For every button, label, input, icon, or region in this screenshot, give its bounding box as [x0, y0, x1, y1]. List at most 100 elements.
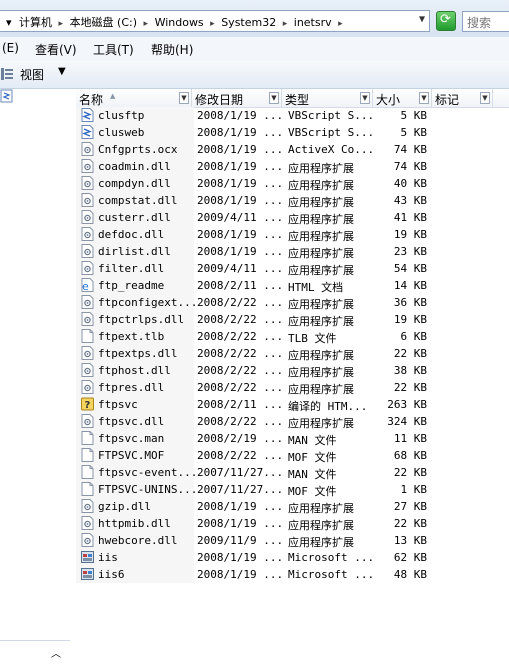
file-row[interactable]: httpmib.dll 2008/1/19 ... 应用程序扩展 22 KB: [76, 515, 509, 532]
file-name[interactable]: custerr.dll: [98, 211, 196, 224]
view-button[interactable]: 视图: [20, 66, 44, 83]
file-type: 应用程序扩展: [288, 230, 354, 243]
view-dropdown-icon[interactable]: ▼: [58, 66, 66, 77]
file-row[interactable]: FTPSVC-UNINS... 2007/11/27... MOF 文件 1 KB: [76, 481, 509, 498]
file-date: 2009/4/11 ...: [197, 211, 281, 224]
file-row[interactable]: ftpres.dll 2008/2/22 ... 应用程序扩展 22 KB: [76, 379, 509, 396]
refresh-button[interactable]: [436, 11, 456, 31]
column-header-type[interactable]: 类型 ▼: [282, 89, 373, 107]
file-row[interactable]: clusftp 2008/1/19 ... VBScript S... 5 KB: [76, 107, 509, 124]
breadcrumb-separator-icon[interactable]: ▸: [338, 19, 343, 29]
scroll-up-icon[interactable]: ︿: [51, 645, 61, 660]
file-name[interactable]: ftpsvc.man: [98, 432, 196, 445]
navigation-pane[interactable]: ︿: [0, 89, 71, 671]
file-row[interactable]: ftpsvc.man 2008/2/19 ... MAN 文件 11 KB: [76, 430, 509, 447]
file-row[interactable]: iis 2008/1/19 ... Microsoft ... 62 KB: [76, 549, 509, 566]
file-name[interactable]: ftphost.dll: [98, 364, 196, 377]
file-name[interactable]: clusftp: [98, 109, 196, 122]
view-icon[interactable]: [1, 68, 13, 80]
file-name[interactable]: ftp_readme: [98, 279, 196, 292]
file-name[interactable]: defdoc.dll: [98, 228, 196, 241]
file-name[interactable]: dirlist.dll: [98, 245, 196, 258]
file-name[interactable]: httpmib.dll: [98, 517, 196, 530]
file-name[interactable]: ftpres.dll: [98, 381, 196, 394]
file-name[interactable]: compdyn.dll: [98, 177, 196, 190]
menu-edit[interactable]: (E): [2, 41, 19, 55]
file-date: 2008/1/19 ...: [197, 500, 281, 513]
msc-icon: [81, 567, 94, 581]
file-name[interactable]: ftpsvc.dll: [98, 415, 196, 428]
file-row[interactable]: FTPSVC.MOF 2008/2/22 ... MOF 文件 68 KB: [76, 447, 509, 464]
menu-help[interactable]: 帮助(H): [151, 41, 193, 58]
file-row[interactable]: clusweb 2008/1/19 ... VBScript S... 5 KB: [76, 124, 509, 141]
file-row[interactable]: ftpsvc.dll 2008/2/22 ... 应用程序扩展 324 KB: [76, 413, 509, 430]
address-bar[interactable]: ▾ 计算机 ▸ 本地磁盘 (C:) ▸ Windows ▸ System32 ▸…: [0, 10, 430, 32]
file-name[interactable]: ftpctrlps.dll: [98, 313, 196, 326]
file-row[interactable]: Cnfgprts.ocx 2008/1/19 ... ActiveX Co... 74…: [76, 141, 509, 158]
file-row[interactable]: ftpextps.dll 2008/2/22 ... 应用程序扩展 22 KB: [76, 345, 509, 362]
file-date: 2008/1/19 ...: [197, 517, 281, 530]
file-row[interactable]: custerr.dll 2009/4/11 ... 应用程序扩展 41 KB: [76, 209, 509, 226]
column-header-tag[interactable]: 标记 ▼: [432, 89, 493, 107]
breadcrumb-system32[interactable]: System32: [221, 16, 276, 29]
file-row[interactable]: ? ftpsvc 2008/2/11 ... 编译的 HTM... 263 KB: [76, 396, 509, 413]
file-row[interactable]: gzip.dll 2008/1/19 ... 应用程序扩展 27 KB: [76, 498, 509, 515]
file-row[interactable]: ftpctrlps.dll 2008/2/22 ... 应用程序扩展 19 KB: [76, 311, 509, 328]
file-row[interactable]: hwebcore.dll 2009/11/9 ... 应用程序扩展 13 KB: [76, 532, 509, 549]
file-name[interactable]: FTPSVC.MOF: [98, 449, 196, 462]
file-type: 应用程序扩展: [288, 349, 354, 362]
address-dropdown-icon[interactable]: ▼: [419, 14, 425, 25]
file-row[interactable]: ftpsvc-event... 2007/11/27... MAN 文件 22 KB: [76, 464, 509, 481]
column-header-size[interactable]: 大小 ▼: [373, 89, 432, 107]
column-filter-dropdown-icon[interactable]: ▼: [419, 92, 429, 104]
breadcrumb-separator-icon[interactable]: ▸: [59, 19, 64, 29]
file-name[interactable]: ftpext.tlb: [98, 330, 196, 343]
file-name[interactable]: ftpsvc-event...: [98, 466, 196, 479]
file-row[interactable]: coadmin.dll 2008/1/19 ... 应用程序扩展 74 KB: [76, 158, 509, 175]
file-size: 14 KB: [393, 279, 427, 292]
file-row[interactable]: compdyn.dll 2008/1/19 ... 应用程序扩展 40 KB: [76, 175, 509, 192]
file-row[interactable]: compstat.dll 2008/1/19 ... 应用程序扩展 43 KB: [76, 192, 509, 209]
file-row[interactable]: ftphost.dll 2008/2/22 ... 应用程序扩展 38 KB: [76, 362, 509, 379]
file-name[interactable]: iis: [98, 551, 196, 564]
breadcrumb-computer[interactable]: 计算机: [19, 16, 52, 29]
column-filter-dropdown-icon[interactable]: ▼: [360, 92, 370, 104]
file-name[interactable]: iis6: [98, 568, 196, 581]
breadcrumb-windows[interactable]: Windows: [155, 16, 204, 29]
file-name[interactable]: hwebcore.dll: [98, 534, 196, 547]
breadcrumb-inetsrv[interactable]: inetsrv: [294, 16, 332, 29]
file-name[interactable]: gzip.dll: [98, 500, 196, 513]
menu-tools[interactable]: 工具(T): [93, 41, 134, 58]
search-input[interactable]: 搜索: [462, 11, 509, 32]
file-name[interactable]: compstat.dll: [98, 194, 196, 207]
file-name[interactable]: ftpconfigext...: [98, 296, 196, 309]
breadcrumb-local-disk[interactable]: 本地磁盘 (C:): [70, 16, 137, 29]
file-name[interactable]: Cnfgprts.ocx: [98, 143, 196, 156]
file-row[interactable]: filter.dll 2009/4/11 ... 应用程序扩展 54 KB: [76, 260, 509, 277]
file-row[interactable]: defdoc.dll 2008/1/19 ... 应用程序扩展 19 KB: [76, 226, 509, 243]
breadcrumb-separator-icon[interactable]: ▸: [283, 19, 288, 29]
file-row[interactable]: ftpext.tlb 2008/2/22 ... TLB 文件 6 KB: [76, 328, 509, 345]
file-row[interactable]: ftpconfigext... 2008/2/22 ... 应用程序扩展 36 KB: [76, 294, 509, 311]
file-row[interactable]: e ftp_readme 2008/2/11 ... HTML 文档 14 KB: [76, 277, 509, 294]
column-filter-dropdown-icon[interactable]: ▼: [269, 92, 279, 104]
file-name[interactable]: clusweb: [98, 126, 196, 139]
file-name[interactable]: filter.dll: [98, 262, 196, 275]
file-size: 11 KB: [393, 432, 427, 445]
breadcrumb-separator-icon[interactable]: ▸: [210, 19, 215, 29]
file-date: 2008/1/19 ...: [197, 245, 281, 258]
file-name[interactable]: ftpextps.dll: [98, 347, 196, 360]
file-name[interactable]: coadmin.dll: [98, 160, 196, 173]
file-name[interactable]: FTPSVC-UNINS...: [98, 483, 196, 496]
column-filter-dropdown-icon[interactable]: ▼: [179, 92, 189, 104]
column-header-date[interactable]: 修改日期 ▼: [192, 89, 282, 107]
file-type: 应用程序扩展: [288, 162, 354, 175]
file-name[interactable]: ftpsvc: [98, 398, 196, 411]
menu-view[interactable]: 查看(V): [35, 41, 77, 58]
breadcrumb-prefix-arrow[interactable]: ▾: [6, 16, 12, 29]
file-row[interactable]: dirlist.dll 2008/1/19 ... 应用程序扩展 23 KB: [76, 243, 509, 260]
column-filter-dropdown-icon[interactable]: ▼: [480, 92, 490, 104]
column-header-name[interactable]: 名称 ▲ ▼: [76, 89, 192, 107]
breadcrumb-separator-icon[interactable]: ▸: [144, 19, 149, 29]
file-row[interactable]: iis6 2008/1/19 ... Microsoft ... 48 KB: [76, 566, 509, 583]
